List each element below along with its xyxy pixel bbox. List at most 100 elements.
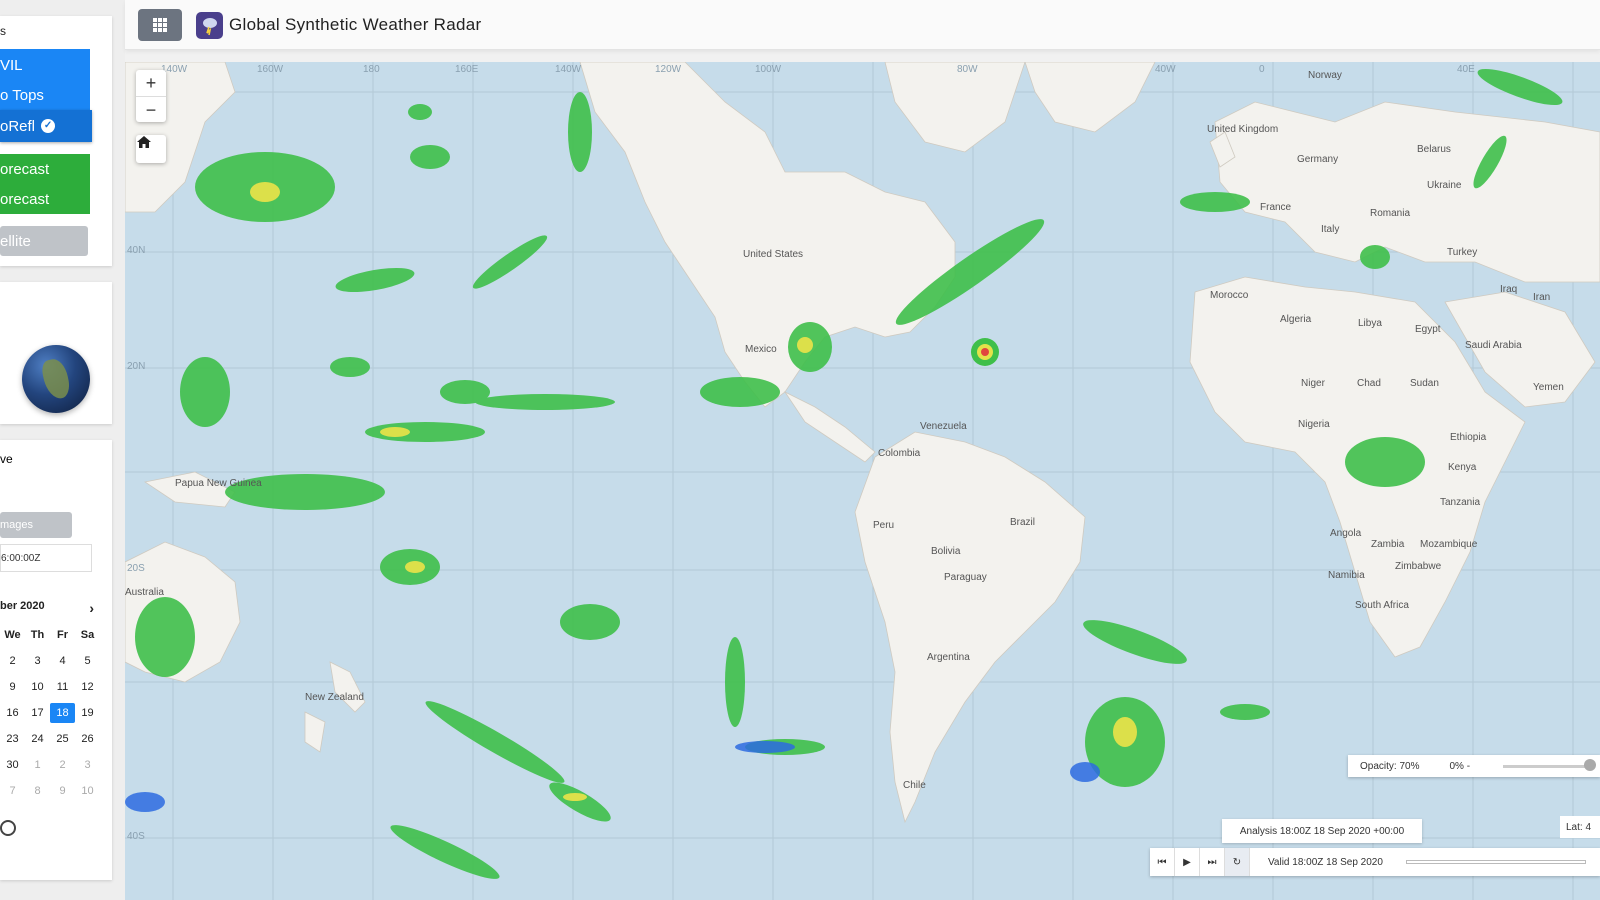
map-label: Mozambique	[1420, 539, 1478, 550]
product-button-vil[interactable]: VIL	[0, 49, 90, 81]
calendar-day[interactable]: 30	[0, 759, 25, 771]
lat-tick: 20S	[127, 563, 145, 574]
calendar-day[interactable]: 9	[50, 785, 75, 797]
calendar-dow: Sa	[80, 629, 95, 641]
animation-player: ⏮ ▶ ⏭ ↻ Valid 18:00Z 18 Sep 2020	[1150, 848, 1600, 876]
map-label: Morocco	[1210, 290, 1249, 301]
refresh-icon: ↻	[1232, 856, 1242, 868]
map-label: Turkey	[1447, 247, 1478, 258]
map-label: Sudan	[1410, 378, 1439, 389]
skip-forward-icon: ⏭	[1207, 856, 1217, 868]
time-slider[interactable]	[1406, 860, 1586, 864]
home-button[interactable]	[136, 135, 166, 163]
lon-tick: 40W	[1155, 64, 1176, 75]
lon-tick: 80W	[957, 64, 978, 75]
calendar-dow: We	[4, 629, 21, 641]
map-label: Bolivia	[931, 546, 961, 557]
calendar-day[interactable]: 1	[25, 759, 50, 771]
calendar-day[interactable]: 7	[0, 785, 25, 797]
satellite-button[interactable]: ellite	[0, 226, 88, 256]
opacity-slider-handle[interactable]	[1584, 759, 1596, 771]
calendar-day[interactable]: 26	[75, 733, 100, 745]
map-label: South Africa	[1355, 600, 1409, 611]
map-label: Papua New Guinea	[175, 478, 262, 489]
storm-logo-icon	[196, 12, 223, 39]
lat-tick: 40S	[127, 831, 145, 842]
forecast-button-1[interactable]: orecast	[0, 154, 90, 184]
home-icon	[137, 136, 151, 148]
check-circle-icon: ✓	[41, 119, 56, 133]
product-label: VIL	[0, 56, 23, 74]
opacity-label: Opacity: 70%	[1360, 760, 1420, 772]
calendar-day[interactable]: 19	[75, 707, 100, 719]
skip-back-button[interactable]: ⏮	[1150, 848, 1175, 876]
calendar-day[interactable]: 10	[25, 681, 50, 693]
calendar-day[interactable]: 24	[25, 733, 50, 745]
images-button-label: mages	[0, 519, 34, 531]
map-label: Argentina	[927, 652, 970, 663]
map-label: Norway	[1308, 70, 1342, 81]
calendar-day[interactable]: 3	[75, 759, 100, 771]
clock-icon[interactable]	[0, 820, 16, 836]
product-button-echo-tops[interactable]: o Tops	[0, 80, 90, 110]
calendar-day[interactable]: 16	[0, 707, 25, 719]
lon-tick: 140W	[555, 64, 582, 75]
grid-menu-button[interactable]	[138, 9, 182, 41]
map-label: Niger	[1301, 378, 1325, 389]
calendar-day[interactable]: 2	[50, 759, 75, 771]
calendar-dow: Th	[30, 629, 45, 641]
calendar-day[interactable]: 4	[50, 655, 75, 667]
chevron-right-icon[interactable]: ›	[89, 600, 94, 622]
map-label: Italy	[1321, 224, 1340, 235]
play-button[interactable]: ▶	[1175, 848, 1200, 876]
calendar-day[interactable]: 10	[75, 785, 100, 797]
calendar-day[interactable]: 5	[75, 655, 100, 667]
refresh-button[interactable]: ↻	[1225, 848, 1250, 876]
calendar-day[interactable]: 9	[0, 681, 25, 693]
map-label: United Kingdom	[1207, 124, 1279, 135]
calendar: ber 2020 › We Th Fr Sa 2 3 4 5 9 10 11 1…	[0, 600, 100, 804]
calendar-month: ber 2020	[0, 600, 45, 612]
calendar-day[interactable]: 23	[0, 733, 25, 745]
lon-tick: 160E	[455, 64, 479, 75]
time-input[interactable]: 6:00:00Z	[0, 544, 92, 572]
lon-tick: 180	[363, 64, 380, 75]
skip-forward-button[interactable]: ⏭	[1200, 848, 1225, 876]
images-button[interactable]: mages	[0, 512, 72, 538]
calendar-day[interactable]: 12	[75, 681, 100, 693]
calendar-day[interactable]: 2	[0, 655, 25, 667]
map-label: Namibia	[1328, 570, 1365, 581]
products-panel: s VIL o Tops oRefl ✓ orecast orecast ell…	[0, 16, 112, 266]
zoom-in-button[interactable]: +	[136, 70, 166, 96]
calendar-day[interactable]: 11	[50, 681, 75, 693]
map-label: Belarus	[1417, 144, 1451, 155]
map-label: Libya	[1358, 318, 1382, 329]
calendar-day-selected[interactable]: 18	[50, 703, 75, 723]
map-label: Yemen	[1533, 382, 1564, 393]
app-header: Global Synthetic Weather Radar	[125, 0, 1600, 50]
map-label: Peru	[873, 520, 895, 531]
lat-readout: Lat: 4	[1560, 816, 1600, 838]
opacity-slider[interactable]	[1503, 765, 1591, 768]
zoom-control: + −	[136, 70, 166, 122]
map-label: Mexico	[745, 344, 777, 355]
product-button-composite-refl[interactable]: oRefl ✓	[0, 110, 92, 142]
globe-icon[interactable]	[22, 345, 90, 413]
map-label: Colombia	[878, 448, 921, 459]
opacity-control: Opacity: 70% 0% -	[1348, 755, 1600, 777]
map-label: Venezuela	[920, 421, 967, 432]
map-label: Nigeria	[1298, 419, 1330, 430]
lon-tick: 40E	[1457, 64, 1475, 75]
lon-tick: 100W	[755, 64, 782, 75]
grid-icon	[153, 18, 167, 32]
calendar-day[interactable]: 8	[25, 785, 50, 797]
forecast-button-2[interactable]: orecast	[0, 184, 90, 214]
globe-land	[40, 356, 72, 402]
calendar-day[interactable]: 3	[25, 655, 50, 667]
calendar-day[interactable]: 25	[50, 733, 75, 745]
calendar-day[interactable]: 17	[25, 707, 50, 719]
lon-tick: 120W	[655, 64, 682, 75]
valid-time: Valid 18:00Z 18 Sep 2020	[1268, 856, 1383, 868]
zoom-out-button[interactable]: −	[136, 96, 166, 122]
forecast-label: orecast	[0, 160, 50, 178]
